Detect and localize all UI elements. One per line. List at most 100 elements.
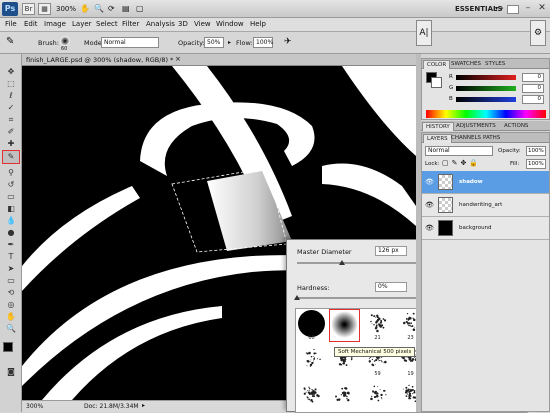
- search-field[interactable]: [507, 5, 519, 14]
- color-channel-slider-B[interactable]: [456, 97, 516, 102]
- menu-image[interactable]: Image: [44, 20, 66, 28]
- fill-input[interactable]: 100%: [526, 159, 546, 169]
- shape-tool-icon[interactable]: ▭: [3, 275, 19, 286]
- pen-tool-icon[interactable]: ✒: [3, 239, 19, 250]
- tab-history[interactable]: HISTORY: [422, 122, 454, 131]
- menu-help[interactable]: Help: [250, 20, 266, 28]
- close-document-icon[interactable]: ×: [175, 55, 181, 63]
- color-background-swatch[interactable]: [431, 77, 442, 88]
- master-diameter-input[interactable]: 126 px: [375, 246, 407, 256]
- tab-adjustments[interactable]: ADJUSTMENTS: [453, 122, 499, 130]
- gradient-tool-icon[interactable]: ◧: [3, 203, 19, 214]
- character-panel-icon[interactable]: A|: [416, 20, 432, 46]
- brush-preset-2[interactable]: 21: [362, 309, 393, 342]
- eraser-tool-icon[interactable]: ▭: [3, 191, 19, 202]
- brush-preview-icon[interactable]: [60, 36, 70, 46]
- layer-row[interactable]: 👁 shadow: [422, 171, 549, 194]
- 3d-camera-tool-icon[interactable]: ◎: [3, 299, 19, 310]
- airbrush-icon[interactable]: ✈: [284, 37, 292, 47]
- minimize-button[interactable]: –: [521, 2, 535, 15]
- quick-select-tool-icon[interactable]: ✓: [3, 102, 19, 113]
- tab-color[interactable]: COLOR: [423, 60, 451, 69]
- menu-edit[interactable]: Edit: [24, 20, 38, 28]
- arrange-documents-icon[interactable]: ▤: [122, 4, 130, 13]
- zoom-level-dropdown[interactable]: 300%: [56, 5, 76, 13]
- opacity-input[interactable]: 50%: [204, 37, 224, 48]
- brush-preset-14[interactable]: [296, 381, 327, 412]
- dodge-tool-icon[interactable]: ●: [3, 227, 19, 238]
- opacity-arrow-icon[interactable]: ▸: [228, 39, 231, 46]
- tab-swatches[interactable]: SWATCHES: [448, 60, 484, 68]
- menu-select[interactable]: Select: [96, 20, 118, 28]
- color-channel-slider-R[interactable]: [456, 75, 516, 80]
- brush-tool-preset-icon[interactable]: ✎: [6, 36, 14, 47]
- tab-actions[interactable]: ACTIONS: [501, 122, 531, 130]
- zoom-icon[interactable]: 🔍: [94, 4, 104, 13]
- diameter-slider-thumb[interactable]: [339, 260, 346, 265]
- menu-window[interactable]: Window: [216, 20, 244, 28]
- status-zoom[interactable]: 300%: [26, 403, 43, 410]
- type-tool-icon[interactable]: T: [3, 251, 19, 262]
- close-button[interactable]: ✕: [535, 2, 549, 15]
- workspace-arrow-icon[interactable]: ▾ »: [495, 5, 504, 12]
- layer-row[interactable]: 👁 handwriting_art: [422, 194, 549, 217]
- layer-row[interactable]: 👁 background: [422, 217, 549, 240]
- healing-tool-icon[interactable]: ✚: [3, 138, 19, 149]
- menu-view[interactable]: View: [194, 20, 211, 28]
- brush-preset-15[interactable]: [329, 381, 360, 412]
- move-tool-icon[interactable]: ✥: [3, 66, 19, 77]
- menu-3d[interactable]: 3D: [178, 20, 188, 28]
- brush-preset-7[interactable]: [296, 345, 327, 378]
- color-channel-value-R[interactable]: 0: [522, 73, 544, 82]
- menu-layer[interactable]: Layer: [72, 20, 92, 28]
- visibility-eye-icon[interactable]: 👁: [425, 201, 434, 209]
- color-channel-slider-G[interactable]: [456, 86, 516, 91]
- visibility-eye-icon[interactable]: 👁: [425, 224, 434, 232]
- eyedropper-tool-icon[interactable]: ✐: [3, 126, 19, 137]
- color-spectrum-bar[interactable]: [426, 110, 546, 118]
- brush-preset-0[interactable]: 60: [296, 309, 327, 342]
- brush-preset-1[interactable]: [329, 309, 360, 342]
- crop-tool-icon[interactable]: ⌗: [3, 114, 19, 125]
- status-arrow-icon[interactable]: ▸: [142, 402, 145, 409]
- blend-mode-select[interactable]: Normal: [425, 146, 493, 156]
- brush-preset-16[interactable]: [362, 381, 393, 412]
- quick-mask-icon[interactable]: ◙: [3, 366, 19, 377]
- path-selection-tool-icon[interactable]: ➤: [3, 263, 19, 274]
- bridge-icon[interactable]: Br: [22, 3, 35, 15]
- hand-icon[interactable]: ✋: [80, 4, 90, 13]
- view-extras-icon[interactable]: ▦: [38, 3, 51, 15]
- layer-opacity-input[interactable]: 100%: [526, 146, 546, 156]
- hardness-slider-thumb[interactable]: [294, 295, 300, 300]
- visibility-eye-icon[interactable]: 👁: [425, 178, 434, 186]
- blur-tool-icon[interactable]: 💧: [3, 215, 19, 226]
- layer-name[interactable]: handwriting_art: [459, 202, 502, 208]
- layer-name[interactable]: shadow: [459, 179, 483, 185]
- rotate-view-icon[interactable]: ⟳: [108, 4, 115, 13]
- hand-tool-icon[interactable]: ✋: [3, 311, 19, 322]
- document-tab[interactable]: finish_LARGE.psd @ 300% (shadow, RGB/8) …: [22, 54, 416, 66]
- lasso-tool-icon[interactable]: ℓ: [3, 90, 19, 101]
- color-channel-value-G[interactable]: 0: [522, 84, 544, 93]
- history-brush-tool-icon[interactable]: ↺: [3, 179, 19, 190]
- marquee-tool-icon[interactable]: ⬚: [3, 78, 19, 89]
- foreground-color-swatch[interactable]: [3, 342, 13, 352]
- lock-options-icons[interactable]: ▢✎✥🔒: [442, 159, 481, 167]
- menu-analysis[interactable]: Analysis: [146, 20, 175, 28]
- color-channel-value-B[interactable]: 0: [522, 95, 544, 104]
- 3d-rotate-tool-icon[interactable]: ⟲: [3, 287, 19, 298]
- menu-filter[interactable]: Filter: [122, 20, 139, 28]
- mode-select[interactable]: Normal: [101, 37, 159, 48]
- clone-stamp-tool-icon[interactable]: ⚲: [3, 167, 19, 178]
- zoom-tool-icon[interactable]: 🔍: [3, 323, 19, 334]
- flow-input[interactable]: 100%: [253, 37, 273, 48]
- menu-file[interactable]: File: [5, 20, 17, 28]
- tab-paths[interactable]: PATHS: [480, 134, 503, 142]
- tab-styles[interactable]: STYLES: [482, 60, 508, 68]
- brush-tool-icon[interactable]: ✎: [2, 150, 20, 164]
- screen-mode-icon[interactable]: ▢: [136, 4, 144, 13]
- layer-name[interactable]: background: [459, 225, 492, 231]
- tool-presets-icon[interactable]: ⚙: [530, 20, 546, 46]
- hardness-input[interactable]: 0%: [375, 282, 407, 292]
- tab-channels[interactable]: CHANNELS: [448, 134, 484, 142]
